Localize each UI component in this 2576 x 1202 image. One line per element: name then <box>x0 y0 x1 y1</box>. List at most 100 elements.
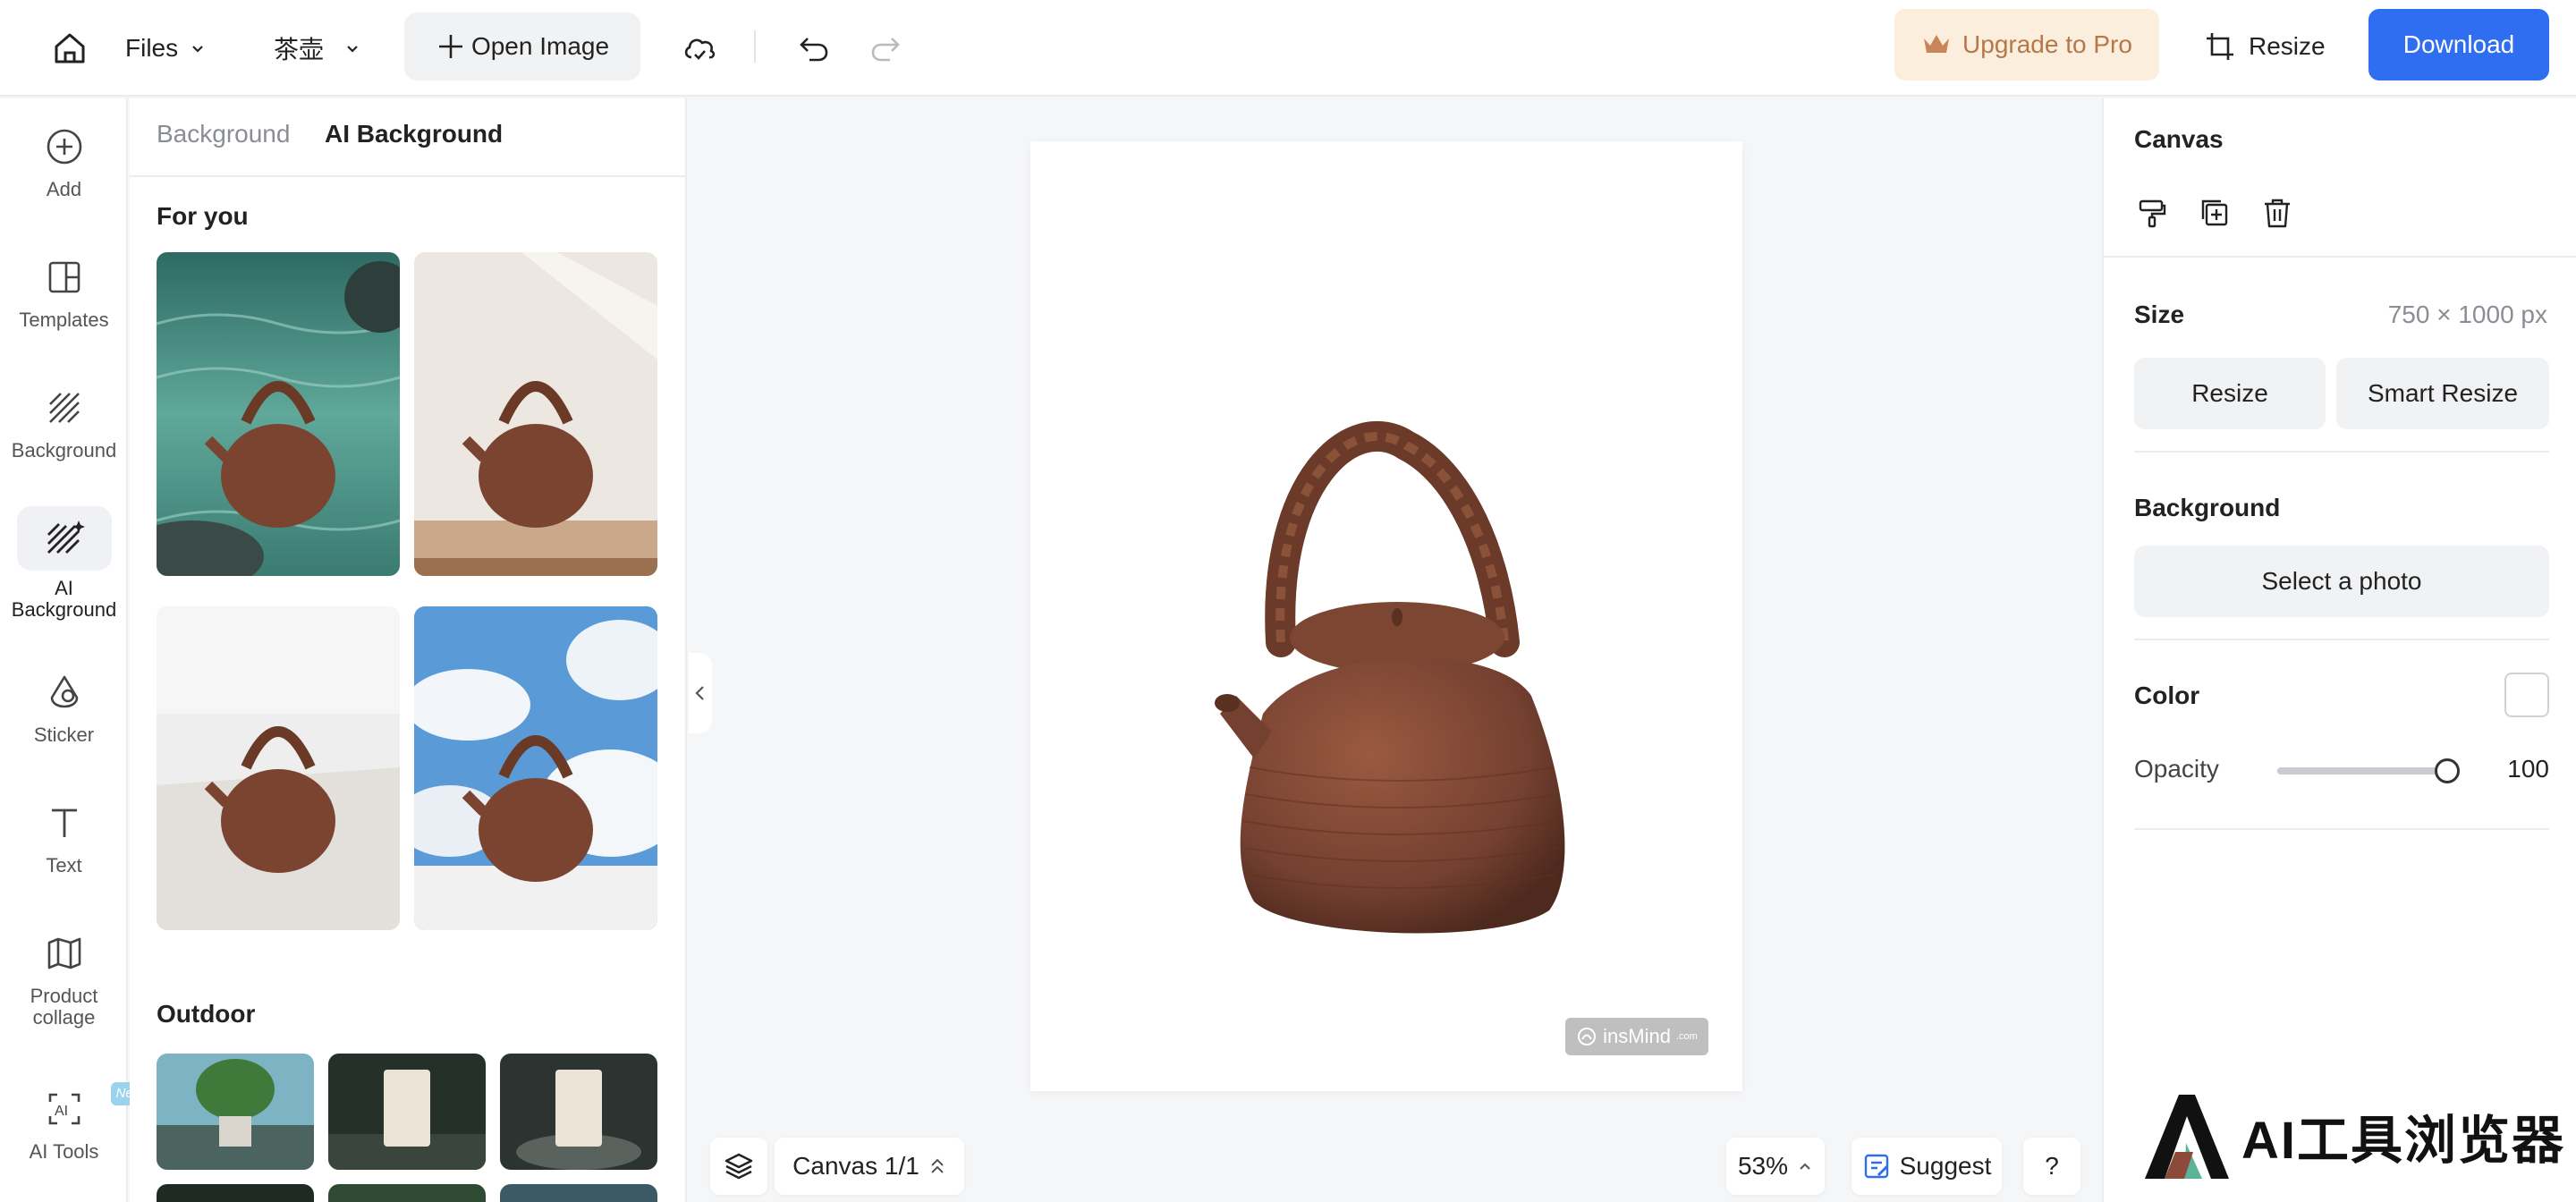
rail-item-ai-background[interactable]: AI Background <box>0 506 128 621</box>
dark-scene-image <box>157 1184 314 1202</box>
plant-pot-image <box>157 1054 314 1170</box>
rail-item-sticker[interactable]: Sticker <box>0 671 128 746</box>
tab-background[interactable]: Background <box>157 120 290 148</box>
templates-icon <box>43 256 86 299</box>
undo-button[interactable] <box>787 21 841 75</box>
canvas-properties-panel: Canvas Size 750 × 1000 px Resize Smart R… <box>2102 98 2576 1202</box>
ai-background-thumbnail[interactable] <box>157 606 400 930</box>
sky-teapot-image <box>414 606 657 930</box>
resize-button[interactable]: Resize <box>2204 13 2326 80</box>
ai-background-thumbnail[interactable] <box>414 252 657 576</box>
rail-label: Sticker <box>33 724 95 746</box>
redo-icon <box>871 38 900 62</box>
rail-item-add[interactable]: Add <box>0 125 128 200</box>
background-label: Background <box>2134 494 2281 521</box>
open-image-button[interactable]: Open Image <box>404 13 640 80</box>
sticker-icon <box>43 671 86 714</box>
download-label: Download <box>2402 30 2515 58</box>
ai-tools-icon: AI New <box>43 1082 148 1130</box>
suggest-label: Suggest <box>1899 1152 1992 1180</box>
toolbar-divider <box>754 30 756 63</box>
duplicate-canvas-button[interactable] <box>2193 191 2236 234</box>
outdoor-thumbnail[interactable] <box>328 1054 486 1170</box>
svg-text:AI: AI <box>55 1104 68 1119</box>
rail-item-text[interactable]: Text <box>0 801 128 876</box>
outdoor-thumbnail[interactable] <box>157 1054 314 1170</box>
color-swatch[interactable] <box>2504 673 2549 717</box>
bag-rock-image <box>328 1054 486 1170</box>
zoom-control[interactable]: 53% <box>1726 1138 1825 1195</box>
rail-label: AI Background <box>11 577 117 621</box>
open-image-label: Open Image <box>470 32 610 60</box>
rail-item-background[interactable]: Background <box>0 386 128 461</box>
opacity-slider-fill <box>2277 767 2456 775</box>
divider <box>2134 828 2549 830</box>
white-room-teapot-image <box>157 606 400 930</box>
outdoor-thumbnail[interactable] <box>157 1184 314 1202</box>
delete-canvas-button[interactable] <box>2256 191 2299 234</box>
insmind-logo-icon <box>1578 1028 1597 1045</box>
trash-icon <box>2265 199 2290 228</box>
outdoor-thumbnail[interactable] <box>500 1184 657 1202</box>
opacity-slider-handle[interactable] <box>2435 758 2460 783</box>
layers-button[interactable] <box>710 1138 767 1195</box>
watermark: insMind .com <box>1565 1018 1708 1055</box>
chevron-up-icon <box>1800 1163 1810 1170</box>
canvas-resize-button[interactable]: Resize <box>2134 358 2326 429</box>
rail-item-product-collage[interactable]: Product collage <box>0 932 128 1028</box>
home-icon <box>55 33 85 63</box>
layers-icon <box>724 1153 753 1180</box>
divider <box>2104 256 2576 258</box>
opacity-slider[interactable] <box>2277 758 2460 783</box>
rail-label: AI Tools <box>29 1140 99 1163</box>
chevron-up-double-icon <box>931 1158 944 1173</box>
cloud-sync-button[interactable] <box>673 21 726 75</box>
left-tool-rail: Add Templates Background AI Background S… <box>0 98 148 1202</box>
upgrade-to-pro-button[interactable]: Upgrade to Pro <box>1894 9 2159 80</box>
forest-scene-image <box>328 1184 486 1202</box>
files-menu[interactable]: Files <box>125 21 207 75</box>
ai-background-thumbnail[interactable] <box>414 606 657 930</box>
ai-hatch-icon <box>47 521 85 554</box>
teapot-product-image[interactable] <box>1030 141 1742 1091</box>
brand-overlay: AI工具浏览器 <box>2140 1082 2565 1189</box>
rail-label: Product collage <box>30 985 98 1028</box>
suggest-button[interactable]: Suggest <box>1852 1138 2002 1195</box>
smart-resize-button[interactable]: Smart Resize <box>2336 358 2549 429</box>
format-painter-button[interactable] <box>2131 191 2174 234</box>
artboard[interactable]: insMind .com <box>1030 141 1742 1091</box>
opacity-value: 100 <box>2507 755 2549 783</box>
outdoor-thumbnail[interactable] <box>500 1054 657 1170</box>
tab-ai-background[interactable]: AI Background <box>325 120 503 148</box>
divider <box>2134 451 2549 453</box>
chevron-left-icon <box>695 686 704 700</box>
suggest-icon <box>1864 1154 1888 1179</box>
canvas-label: Canvas 1/1 <box>792 1152 919 1180</box>
collapse-panel-button[interactable] <box>689 653 712 733</box>
project-name-menu[interactable]: 茶壶 <box>274 21 361 75</box>
size-value: 750 × 1000 px <box>2387 300 2547 328</box>
rail-label: Background <box>11 439 117 461</box>
download-button[interactable]: Download <box>2368 9 2549 80</box>
rail-item-ai-tools[interactable]: AI New AI Tools <box>0 1082 148 1163</box>
select-photo-button[interactable]: Select a photo <box>2134 546 2549 617</box>
crop-icon <box>2207 33 2233 60</box>
panel-title: Canvas <box>2134 125 2224 153</box>
outdoor-thumbnail[interactable] <box>328 1184 486 1202</box>
rail-item-templates[interactable]: Templates <box>0 256 128 331</box>
canvas-stage: insMind .com Canvas 1/1 53% Suggest ? <box>689 98 2100 1202</box>
home-button[interactable] <box>43 21 97 75</box>
brand-text: AI工具浏览器 <box>2241 1112 2566 1170</box>
water-teapot-image <box>157 252 400 576</box>
chevron-down-icon <box>347 46 358 53</box>
plus-circle-icon <box>43 125 86 168</box>
redo-button[interactable] <box>859 21 912 75</box>
ai-background-panel: Background AI Background For you Outdoor <box>130 98 687 1202</box>
ai-background-thumbnail[interactable] <box>157 252 400 576</box>
duplicate-icon <box>2201 199 2228 226</box>
help-button[interactable]: ? <box>2023 1138 2080 1195</box>
size-label: Size <box>2134 300 2185 328</box>
canvas-pages-button[interactable]: Canvas 1/1 <box>775 1138 964 1195</box>
hatch-icon <box>43 386 86 429</box>
upgrade-label: Upgrade to Pro <box>1962 30 2132 58</box>
